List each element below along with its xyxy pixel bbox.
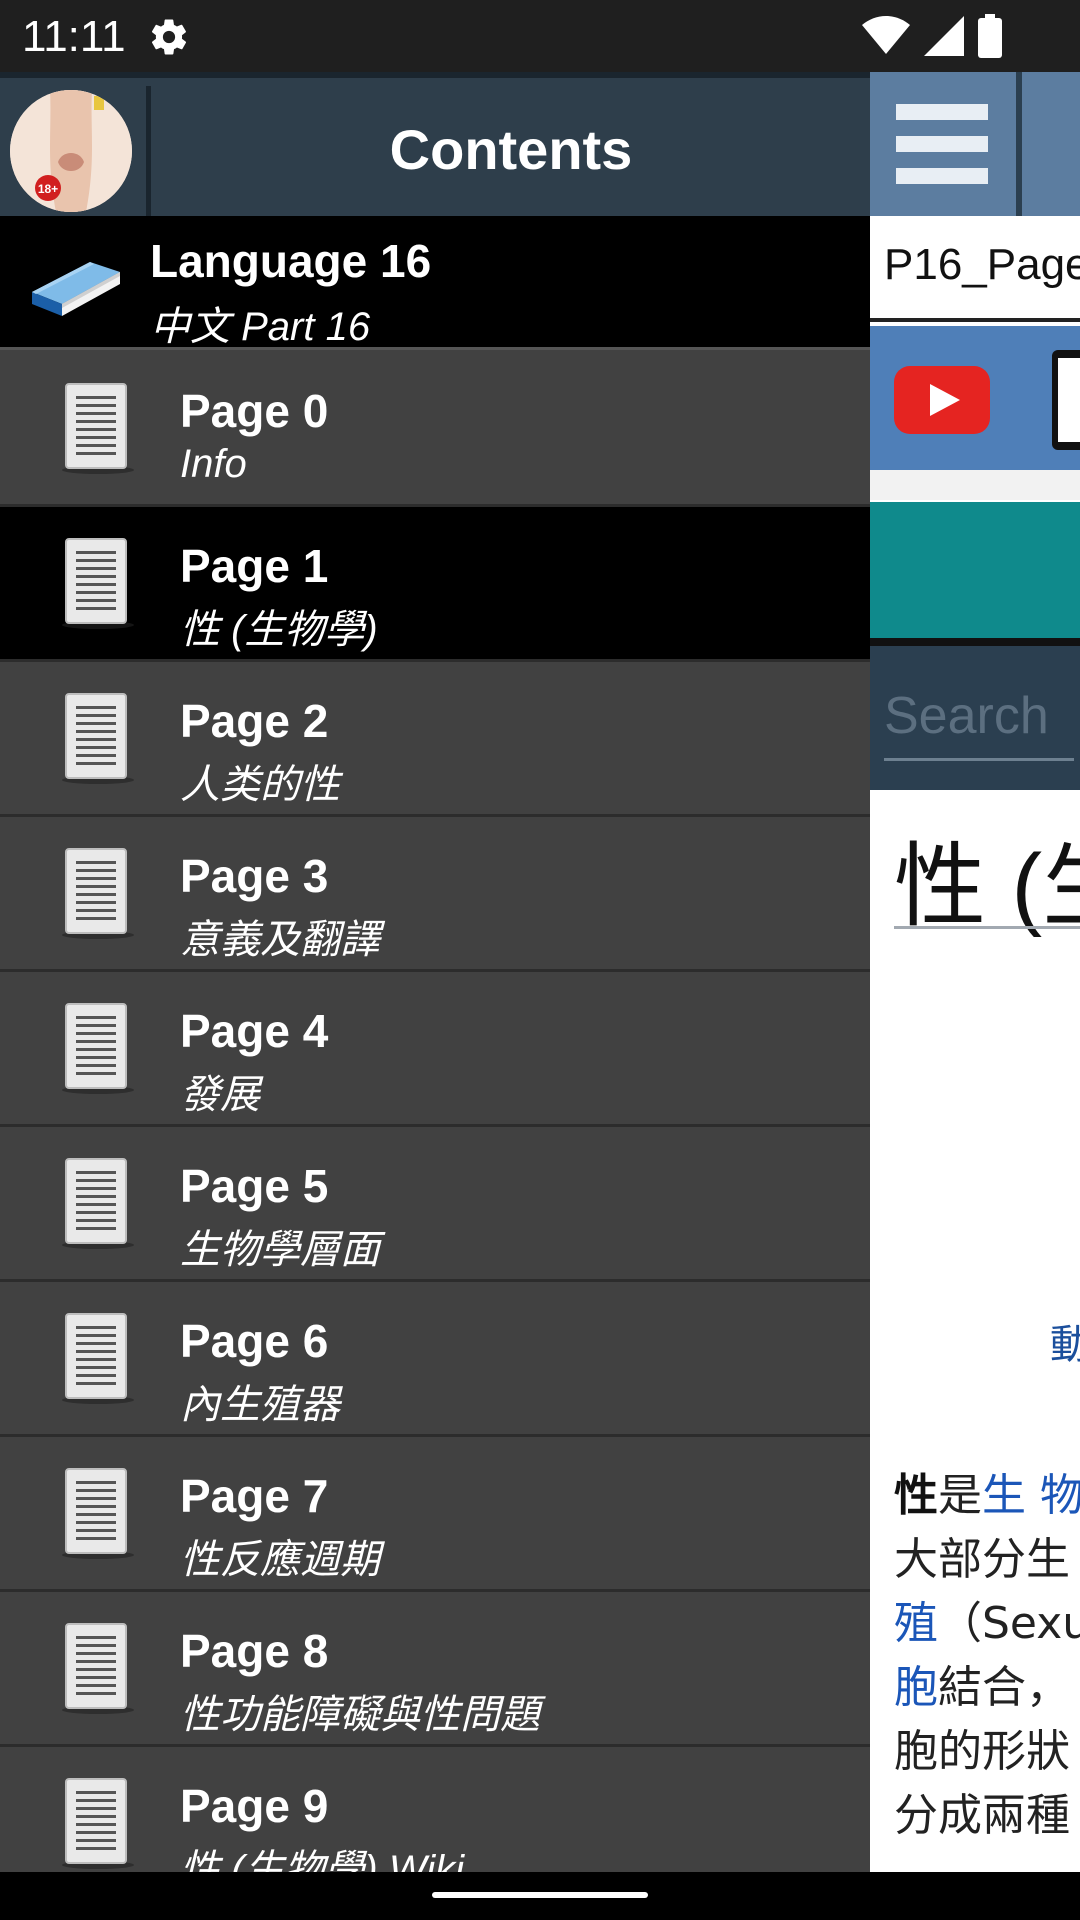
youtube-icon[interactable] — [894, 366, 990, 434]
status-time: 11:11 — [22, 12, 126, 61]
background-app-page: P16_Page Search 性 (生 動 性是生 物 大部分生 殖（Sexu… — [870, 72, 1080, 1872]
home-handle[interactable] — [432, 1892, 648, 1898]
language-item[interactable]: Language 16 中文 Part 16 — [0, 216, 870, 350]
document-icon — [62, 1468, 134, 1559]
document-icon — [62, 1623, 134, 1714]
page-item-1[interactable]: Page 1 性 (生物學) — [0, 507, 870, 662]
page-item-title: Page 2 — [180, 695, 329, 747]
drawer-title: Contents — [389, 118, 633, 181]
document-icon — [62, 848, 134, 939]
page-item-5[interactable]: Page 5 生物學層面 — [0, 1127, 870, 1282]
navigation-drawer: 18+ Contents Language 16 中文 Part 16 Page… — [0, 72, 870, 1872]
page-item-title: Page 9 — [180, 1780, 329, 1832]
page-item-6[interactable]: Page 6 內生殖器 — [0, 1282, 870, 1437]
page-item-8[interactable]: Page 8 性功能障礙與性問題 — [0, 1592, 870, 1747]
teal-banner — [870, 502, 1080, 638]
avatar[interactable]: 18+ — [10, 90, 132, 212]
page-item-subtitle: Info — [180, 442, 247, 486]
page-item-3[interactable]: Page 3 意義及翻譯 — [0, 817, 870, 972]
search-input[interactable]: Search — [884, 686, 1049, 746]
page-list: Page 0 Info Page 1 性 (生物學) Page 2 人类的性 Page 3 意… — [0, 352, 870, 1872]
page-item-subtitle: 發展 — [180, 1073, 260, 1117]
document-icon — [62, 1003, 134, 1094]
page-item-title: Page 5 — [180, 1160, 329, 1212]
drawer-header: 18+ Contents — [0, 72, 870, 218]
signal-icon — [924, 16, 964, 56]
document-icon — [62, 1313, 134, 1404]
background-toolbar — [870, 72, 1080, 216]
wifi-icon — [862, 16, 910, 54]
page-item-0[interactable]: Page 0 Info — [0, 352, 870, 507]
page-item-subtitle: 意義及翻譯 — [180, 918, 380, 962]
status-bar: 11:11 — [0, 0, 1080, 72]
tablet-icon[interactable] — [1052, 350, 1080, 450]
page-item-subtitle: 性功能障礙與性問題 — [180, 1693, 540, 1737]
media-bar — [870, 326, 1080, 470]
document-icon — [62, 538, 134, 629]
gear-icon — [151, 19, 187, 55]
page-item-subtitle: 性 (生物學) — [180, 608, 378, 652]
avatar-image: 18+ — [10, 90, 132, 212]
page-item-subtitle: 內生殖器 — [180, 1383, 340, 1427]
page-item-subtitle: 生物學層面 — [180, 1228, 380, 1272]
language-title: Language 16 — [150, 235, 432, 287]
search-bar[interactable]: Search — [870, 646, 1080, 790]
page-item-9[interactable]: Page 9 性 (生物學) Wiki — [0, 1747, 870, 1872]
page-item-4[interactable]: Page 4 發展 — [0, 972, 870, 1127]
page-item-title: Page 4 — [180, 1005, 329, 1057]
page-item-subtitle: 人类的性 — [180, 763, 340, 807]
article-link[interactable]: 動 — [1050, 1312, 1080, 1370]
page-item-title: Page 7 — [180, 1470, 329, 1522]
document-icon — [62, 1778, 134, 1869]
system-icons — [862, 14, 1002, 58]
page-item-title: Page 1 — [180, 540, 329, 592]
page-item-title: Page 6 — [180, 1315, 329, 1367]
page-item-title: Page 3 — [180, 850, 329, 902]
book-icon — [32, 262, 120, 316]
page-item-7[interactable]: Page 7 性反應週期 — [0, 1437, 870, 1592]
page-item-title: Page 0 — [180, 385, 329, 437]
hamburger-menu-icon[interactable] — [870, 72, 1016, 216]
toolbar-button[interactable] — [1022, 72, 1080, 216]
battery-icon — [978, 14, 1002, 58]
language-subtitle: 中文 Part 16 — [150, 305, 371, 349]
page-item-subtitle: 性 (生物學) Wiki — [180, 1848, 465, 1872]
page-item-subtitle: 性反應週期 — [180, 1538, 380, 1582]
article-paragraph: 性是生 物 大部分生 殖（Sexu 胞結合， 胞的形狀 分成兩種 — [894, 1470, 1080, 1841]
navigation-bar — [0, 1872, 1080, 1920]
document-icon — [62, 383, 134, 474]
page-item-title: Page 8 — [180, 1625, 329, 1677]
page-title-bar: P16_Page — [870, 216, 1080, 322]
document-icon — [62, 1158, 134, 1249]
age-badge: 18+ — [38, 182, 58, 196]
document-icon — [62, 693, 134, 784]
page-item-2[interactable]: Page 2 人类的性 — [0, 662, 870, 817]
page-title: P16_Page — [884, 240, 1080, 289]
